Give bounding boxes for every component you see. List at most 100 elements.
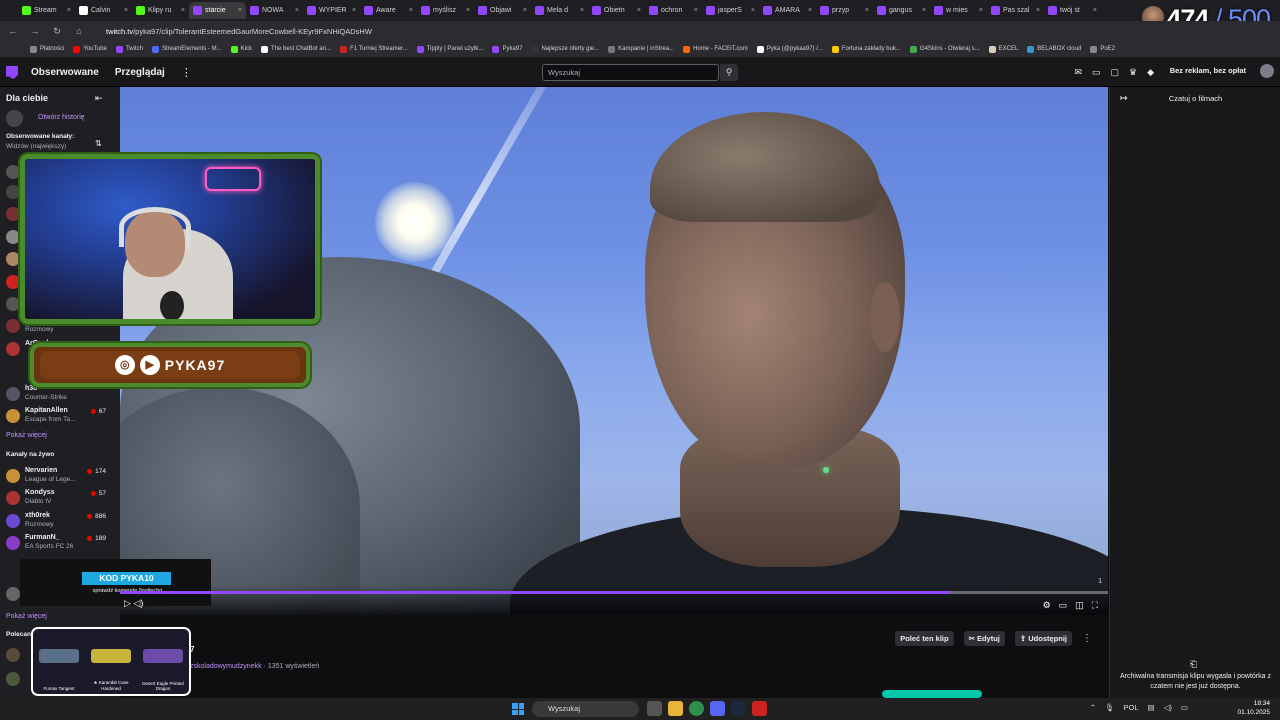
chevron-up-icon[interactable]: ⌃ [1090, 703, 1096, 712]
tab-close-icon[interactable]: × [808, 7, 812, 14]
browser-tab[interactable]: Mela d × [531, 2, 588, 19]
browser-tab[interactable]: AMARA × [759, 2, 816, 19]
browser-tab[interactable]: Calvin × [75, 2, 132, 19]
teal-pill-button[interactable] [882, 690, 982, 698]
bookmark-item[interactable]: PoE2 [1090, 45, 1115, 53]
bookmark-item[interactable]: Home - FACEIT.com [683, 45, 748, 53]
crown-icon[interactable]: ♛ [1129, 67, 1137, 78]
browser-tab[interactable]: Klipy ru × [132, 2, 189, 19]
tab-close-icon[interactable]: × [865, 7, 869, 14]
bookmark-item[interactable]: BELABOX cloud [1027, 45, 1081, 53]
more-menu-icon[interactable]: ⋮ [181, 66, 192, 79]
channel-avatar[interactable] [6, 648, 20, 662]
tab-close-icon[interactable]: × [295, 7, 299, 14]
file-explorer-icon[interactable] [668, 701, 683, 716]
recommend-clip-button[interactable]: Poleć ten klip [895, 631, 954, 646]
search-input[interactable]: Wyszukaj [542, 64, 719, 81]
mic-icon[interactable]: 🎙 [1105, 703, 1115, 712]
inbox-icon[interactable]: ✉ [1074, 67, 1082, 78]
collapse-sidebar-icon[interactable]: ⇤ [95, 93, 103, 104]
url-field[interactable]: twitch.tv/pyka97/clip/TolerantEsteemedGa… [106, 27, 372, 36]
bookmark-item[interactable]: Tipply | Panel użytk... [416, 45, 483, 53]
prime-icon[interactable]: ◆ [1147, 67, 1154, 78]
tab-close-icon[interactable]: × [1093, 7, 1097, 14]
play-icon[interactable]: ▷ ◁) [124, 598, 143, 609]
steam-icon[interactable] [731, 701, 746, 716]
sidebar-channel[interactable]: Kondyss Diablo IV 57 [6, 489, 116, 509]
app-icon[interactable] [752, 701, 767, 716]
bookmark-item[interactable]: EXCEL [988, 45, 1018, 53]
open-history-link[interactable]: Otwórz historię [38, 114, 85, 121]
browser-tab[interactable]: ochron × [645, 2, 702, 19]
browser-tab[interactable]: WYPIER × [303, 2, 360, 19]
browser-tab[interactable]: Aware × [360, 2, 417, 19]
taskbar-search[interactable]: Wyszukaj [532, 701, 639, 717]
notifications-icon[interactable]: ▭ [1092, 67, 1101, 78]
sidebar-channel[interactable]: KapitanAllen Escape from Ta... 67 [6, 407, 116, 427]
sidebar-channel[interactable]: h3o Counter-Strike [6, 385, 116, 405]
home-icon[interactable]: ⌂ [74, 26, 84, 36]
bookmark-item[interactable]: Kampanie | inStrea... [608, 45, 674, 53]
search-icon[interactable]: ⚲ [720, 64, 738, 81]
bookmark-item[interactable]: The best ChatBot an... [260, 45, 331, 53]
sidebar-channel[interactable]: Nervarien League of Lege... 174 [6, 467, 116, 487]
browser-tab[interactable]: Pas szal × [987, 2, 1044, 19]
tab-close-icon[interactable]: × [637, 7, 641, 14]
browser-tab[interactable]: Objawi × [474, 2, 531, 19]
channel-avatar[interactable] [6, 587, 20, 601]
tab-close-icon[interactable]: × [466, 7, 470, 14]
tab-close-icon[interactable]: × [181, 7, 185, 14]
browser-tab[interactable]: w mies × [930, 2, 987, 19]
channel-avatar[interactable] [6, 672, 20, 686]
settings-gear-icon[interactable]: ⚙ [1043, 600, 1051, 611]
volume-icon[interactable]: ◁) [1164, 703, 1172, 712]
battery-icon[interactable]: ▭ [1181, 703, 1188, 712]
video-progress-bar[interactable] [120, 591, 1108, 594]
bookmark-item[interactable]: Kick [230, 45, 252, 53]
tab-close-icon[interactable]: × [238, 7, 242, 14]
browser-tab[interactable]: Obietn × [588, 2, 645, 19]
tab-close-icon[interactable]: × [67, 7, 71, 14]
bookmark-item[interactable]: Płatności [30, 45, 64, 53]
task-view-icon[interactable] [647, 701, 662, 716]
browser-tab[interactable]: Stream × [18, 2, 75, 19]
bookmark-item[interactable]: Fortuna zakłady buk... [831, 45, 901, 53]
tab-close-icon[interactable]: × [409, 7, 413, 14]
channel-avatar[interactable] [6, 297, 20, 311]
forward-icon[interactable]: → [30, 26, 40, 36]
bookmark-item[interactable]: Najlepsze oferty gie... [531, 45, 599, 53]
bookmark-item[interactable]: YouTube [73, 45, 107, 53]
network-icon[interactable]: ▤ [1148, 703, 1155, 712]
show-more-live[interactable]: Pokaż więcej [6, 613, 47, 620]
tab-close-icon[interactable]: × [751, 7, 755, 14]
whispers-icon[interactable]: ▢ [1110, 67, 1119, 78]
tab-close-icon[interactable]: × [124, 7, 128, 14]
fullscreen-icon[interactable]: ⛶ [1092, 600, 1098, 611]
bookmark-item[interactable]: F1 Turniej Streamer... [340, 45, 408, 53]
tab-close-icon[interactable]: × [352, 7, 356, 14]
channel-avatar[interactable] [6, 252, 20, 266]
browser-tab[interactable]: starcie × [189, 2, 246, 19]
pip-icon[interactable]: ◫ [1075, 600, 1084, 611]
channel-avatar[interactable] [6, 230, 20, 244]
channel-avatar[interactable] [6, 207, 20, 221]
user-avatar[interactable] [1260, 64, 1274, 78]
sidebar-channel[interactable]: FurmanN_ EA Sports FC 26 189 [6, 534, 116, 554]
bookmark-item[interactable]: StreamElements - M... [151, 45, 222, 53]
tab-close-icon[interactable]: × [580, 7, 584, 14]
share-clip-button[interactable]: ⇪ Udostępnij [1014, 631, 1072, 646]
back-icon[interactable]: ← [8, 26, 18, 36]
tab-close-icon[interactable]: × [523, 7, 527, 14]
channel-avatar[interactable] [6, 165, 20, 179]
windows-start-icon[interactable] [512, 703, 524, 715]
sidebar-channel[interactable]: xth0rek Rozmowy 886 [6, 512, 116, 532]
system-clock[interactable]: 18:34 01.10.2025 [1237, 700, 1270, 717]
bookmark-item[interactable]: Twitch [115, 45, 143, 53]
channel-avatar[interactable] [6, 275, 20, 289]
reload-icon[interactable]: ↻ [52, 26, 62, 37]
discord-icon[interactable] [710, 701, 725, 716]
channel-avatar[interactable] [6, 185, 20, 199]
browser-tab[interactable]: jasperS × [702, 2, 759, 19]
edit-clip-button[interactable]: ✂ Edytuj [963, 631, 1005, 646]
sort-icon[interactable]: ⇅ [95, 139, 102, 148]
